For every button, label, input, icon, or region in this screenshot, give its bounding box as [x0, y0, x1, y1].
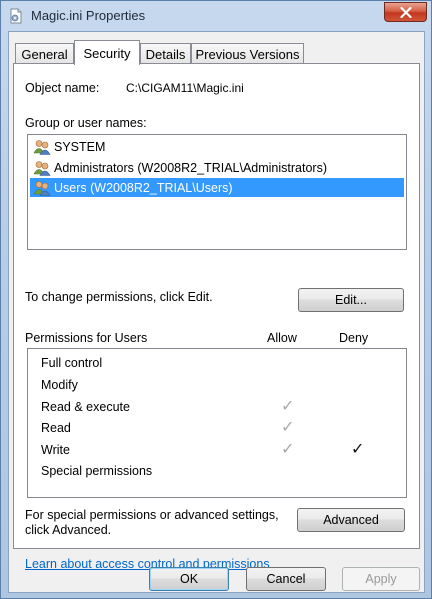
tab-details[interactable]: Details [140, 43, 191, 64]
permission-row: Write ✓ ✓ [28, 440, 406, 461]
close-icon [399, 6, 412, 18]
advanced-hint-line-2: click Advanced. [25, 523, 112, 537]
permission-name: Special permissions [41, 464, 153, 478]
ini-file-icon [10, 8, 22, 24]
allow-check: ✓ [281, 441, 295, 458]
security-tab-panel: Object name: C:\CIGAM11\Magic.ini Group … [13, 63, 420, 571]
permission-name: Write [41, 443, 70, 457]
change-permissions-text: To change permissions, click Edit. [25, 290, 213, 304]
cancel-button[interactable]: Cancel [246, 567, 326, 591]
learn-access-control-link[interactable]: Learn about access control and permissio… [25, 557, 270, 571]
close-button[interactable] [384, 2, 427, 22]
group-user-list[interactable]: SYSTEM Administrators (W2008R2_TRIAL\Adm… [27, 134, 407, 250]
permission-name: Modify [41, 378, 78, 392]
user-group-icon [33, 139, 51, 155]
permission-row: Read ✓ [28, 418, 406, 439]
permissions-for-label: Permissions for Users [25, 331, 148, 345]
tab-strip: General Security Details Previous Versio… [13, 40, 418, 65]
permission-name: Read & execute [41, 400, 130, 414]
dialog-client-area: General Security Details Previous Versio… [8, 31, 425, 593]
permission-row: Full control [28, 353, 406, 374]
group-name: SYSTEM [54, 139, 106, 154]
permission-row: Special permissions [28, 461, 406, 482]
window-title: Magic.ini Properties [31, 8, 146, 23]
tab-previous-versions[interactable]: Previous Versions [191, 43, 304, 64]
group-name: Users (W2008R2_TRIAL\Users) [54, 180, 233, 195]
allow-check: ✓ [281, 419, 295, 436]
object-name-label: Object name: [25, 81, 100, 95]
tab-security[interactable]: Security [74, 40, 140, 65]
permission-row: Read & execute ✓ [28, 397, 406, 418]
user-group-icon [33, 180, 51, 196]
apply-button[interactable]: Apply [342, 567, 420, 591]
user-group-icon [33, 160, 51, 176]
title-bar[interactable]: Magic.ini Properties [1, 1, 431, 31]
group-name: Administrators (W2008R2_TRIAL\Administra… [54, 160, 327, 175]
edit-button[interactable]: Edit... [298, 288, 404, 312]
permission-name: Read [41, 421, 71, 435]
ok-button[interactable]: OK [149, 567, 229, 591]
advanced-button[interactable]: Advanced [297, 508, 405, 532]
deny-check: ✓ [351, 441, 365, 458]
group-names-label: Group or user names: [25, 116, 147, 130]
advanced-hint-line-1: For special permissions or advanced sett… [25, 508, 279, 522]
deny-column-header: Deny [339, 331, 369, 345]
permissions-list: Full control Modify Read & execute ✓ Rea… [27, 348, 407, 498]
properties-window: Magic.ini Properties General Security De… [0, 0, 432, 599]
allow-column-header: Allow [267, 331, 297, 345]
list-item-administrators[interactable]: Administrators (W2008R2_TRIAL\Administra… [30, 158, 404, 177]
allow-check: ✓ [281, 398, 295, 415]
permission-name: Full control [41, 356, 103, 370]
list-item-users[interactable]: Users (W2008R2_TRIAL\Users) [30, 178, 404, 197]
permission-row: Modify [28, 375, 406, 396]
list-item-system[interactable]: SYSTEM [30, 137, 404, 156]
object-name-value: C:\CIGAM11\Magic.ini [126, 81, 244, 95]
tab-general[interactable]: General [15, 43, 74, 64]
